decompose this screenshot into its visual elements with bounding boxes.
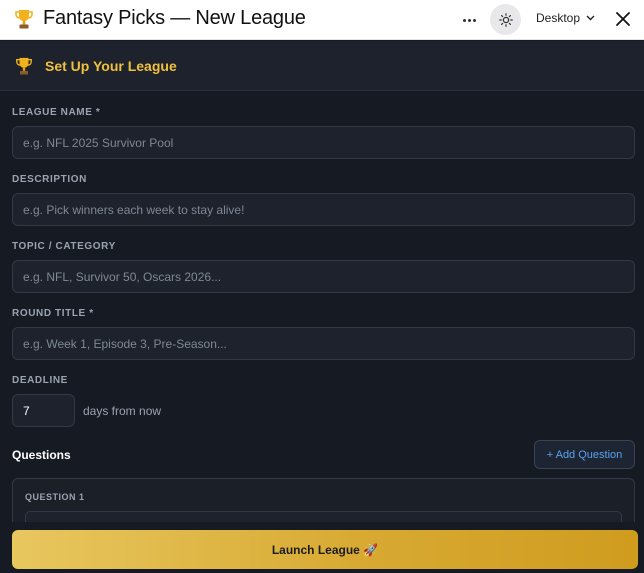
close-icon[interactable] bbox=[614, 10, 632, 28]
setup-header: Set Up Your League bbox=[0, 41, 644, 91]
topic-label: TOPIC / CATEGORY bbox=[12, 241, 116, 252]
deadline-suffix: days from now bbox=[83, 404, 162, 418]
description-label: DESCRIPTION bbox=[12, 174, 87, 185]
topic-input[interactable] bbox=[12, 260, 635, 293]
device-selector[interactable]: Desktop bbox=[536, 11, 595, 25]
round-title-label: ROUND TITLE * bbox=[12, 308, 94, 319]
page-title: Set Up Your League bbox=[45, 58, 177, 74]
add-question-button[interactable]: + Add Question bbox=[534, 440, 635, 469]
league-name-input[interactable] bbox=[12, 126, 635, 159]
window-title: Fantasy Picks — New League bbox=[43, 7, 306, 29]
trophy-icon bbox=[15, 10, 33, 29]
launch-league-button[interactable]: Launch League 🚀 bbox=[12, 530, 638, 569]
question-label: QUESTION 1 bbox=[25, 492, 85, 502]
sun-icon bbox=[498, 12, 513, 27]
chevron-down-icon bbox=[586, 15, 595, 21]
questions-heading: Questions bbox=[12, 448, 71, 462]
deadline-label: DEADLINE bbox=[12, 375, 68, 386]
title-bar: Fantasy Picks — New League Desktop bbox=[0, 0, 644, 40]
more-options-button[interactable] bbox=[457, 10, 481, 30]
description-input[interactable] bbox=[12, 193, 635, 226]
device-label: Desktop bbox=[536, 11, 581, 25]
round-title-input[interactable] bbox=[12, 327, 635, 360]
league-name-label: LEAGUE NAME * bbox=[12, 107, 101, 118]
more-icon bbox=[462, 18, 476, 22]
theme-toggle-button[interactable] bbox=[490, 4, 521, 35]
deadline-days-input[interactable] bbox=[12, 394, 75, 427]
trophy-icon bbox=[16, 57, 32, 75]
